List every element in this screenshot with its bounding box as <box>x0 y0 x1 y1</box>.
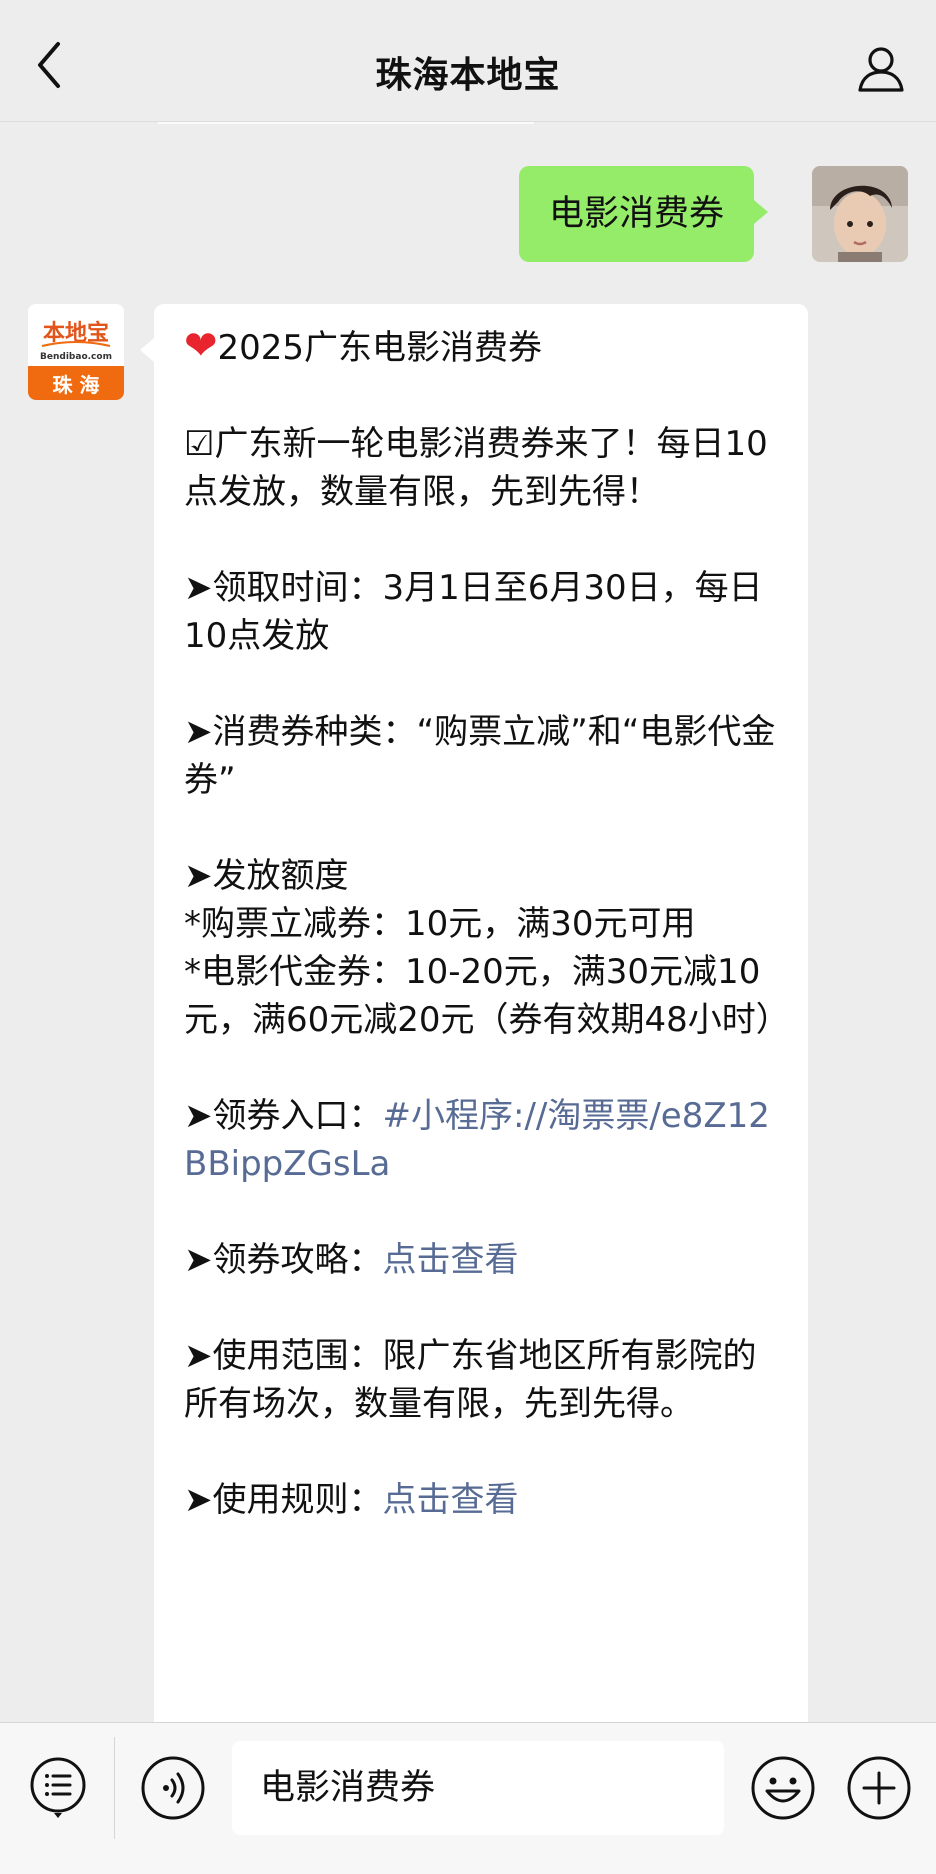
amount-title: ➤发放额度 <box>184 856 349 896</box>
amount-line-1: *购票立减券：10元，满30元可用 <box>184 904 696 944</box>
message-entry: ➤领券入口：#小程序://淘票票/e8Z12BBippZGsLa <box>184 1092 780 1188</box>
message-title-line: ❤2025广东电影消费券 <box>184 322 780 372</box>
entry-label: ➤领券入口： <box>184 1096 383 1136</box>
page-title: 珠海本地宝 <box>375 55 561 96</box>
message-input[interactable]: 电影消费券 <box>232 1741 724 1835</box>
top-nav-bar: 珠海本地宝 <box>0 0 936 122</box>
bar-divider <box>114 1737 115 1839</box>
plus-icon[interactable] <box>846 1755 912 1821</box>
message-guide: ➤领券攻略：点击查看 <box>184 1236 780 1284</box>
guide-label: ➤领券攻略： <box>184 1240 383 1280</box>
message-title: 2025广东电影消费券 <box>217 328 543 368</box>
brand-site-text: Bendibao.com <box>40 352 112 362</box>
rules-label: ➤使用规则： <box>184 1480 383 1520</box>
message-rules: ➤使用规则：点击查看 <box>184 1476 780 1524</box>
menu-list-icon[interactable] <box>28 1755 88 1818</box>
brand-city-text: 珠 海 <box>53 373 100 397</box>
message-amount: ➤发放额度 *购票立减券：10元，满30元可用 *电影代金券：10-20元，满3… <box>184 852 790 1044</box>
guide-link[interactable]: 点击查看 <box>383 1240 519 1280</box>
header-divider <box>158 122 534 124</box>
rules-link[interactable]: 点击查看 <box>383 1480 519 1520</box>
official-account-avatar[interactable]: 本地宝 Bendibao.com 珠 海 <box>28 304 124 400</box>
user-avatar[interactable] <box>812 166 908 262</box>
heart-icon: ❤ <box>184 323 218 369</box>
chat-input-bar: 电影消费券 <box>0 1722 936 1874</box>
received-message-bubble: ❤2025广东电影消费券 ☑广东新一轮电影消费券来了！每日10点发放，数量有限，… <box>140 304 808 1874</box>
message-types: ➤消费券种类：“购票立减”和“电影代金券” <box>184 712 776 800</box>
voice-input-icon[interactable] <box>140 1755 206 1821</box>
person-icon[interactable] <box>856 44 906 94</box>
message-scope: ➤使用范围：限广东省地区所有影院的所有场次，数量有限，先到先得。 <box>184 1336 757 1424</box>
emoji-icon[interactable] <box>750 1755 816 1821</box>
sent-message-bubble[interactable]: 电影消费券 <box>518 166 769 262</box>
message-intro: ☑广东新一轮电影消费券来了！每日10点发放，数量有限，先到先得！ <box>184 424 768 512</box>
message-time: ➤领取时间：3月1日至6月30日，每日10点发放 <box>184 568 763 656</box>
amount-line-2: *电影代金券：10-20元，满30元减10元，满60元减20元（券有效期48小时… <box>184 952 790 1040</box>
